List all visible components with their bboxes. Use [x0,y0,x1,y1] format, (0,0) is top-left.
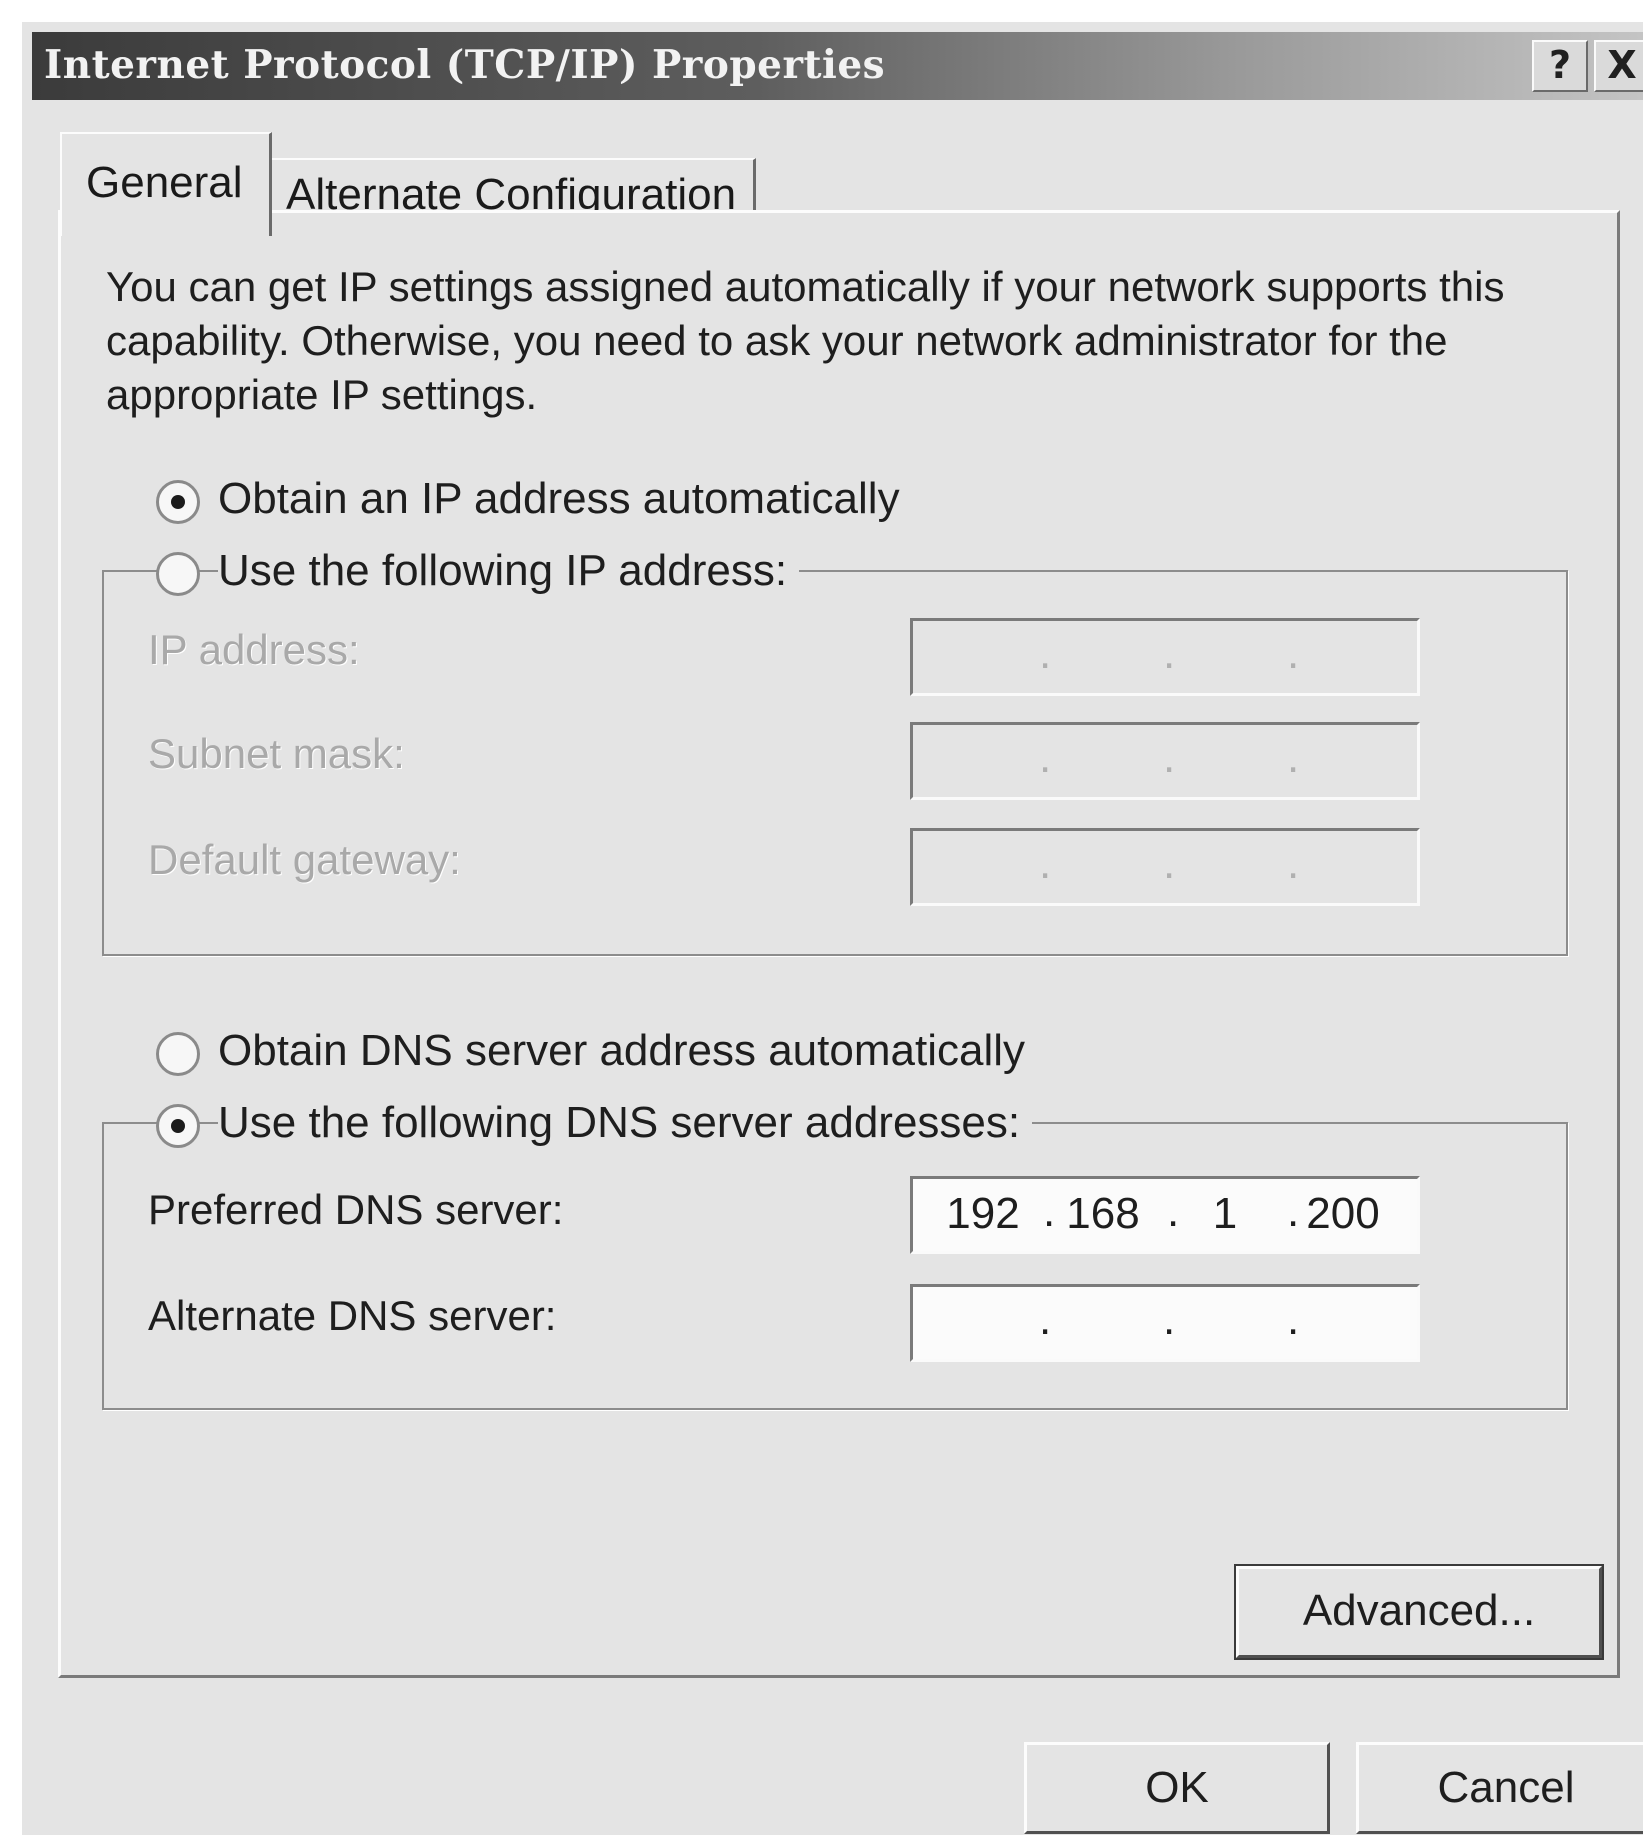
radio-selected-dot [171,495,185,509]
manual-dns-group [102,1122,1568,1410]
ip-address-field[interactable]: . . . [910,618,1420,696]
subnet-mask-field[interactable]: . . . [910,722,1420,800]
octet-separator: . [1163,629,1176,678]
default-gateway-field[interactable]: . . . [910,828,1420,906]
alternate-dns-field[interactable]: . . . [910,1284,1420,1362]
advanced-button[interactable]: Advanced... [1234,1564,1604,1660]
octet-separator: . [1039,733,1052,782]
description-text: You can get IP settings assigned automat… [106,263,1505,418]
window-title: Internet Protocol (TCP/IP) Properties [44,42,886,88]
octet-separator: . [1039,1295,1052,1344]
default-gateway-label: Default gateway: [148,836,461,883]
dns-octet-4: 200 [1306,1189,1380,1238]
ok-button[interactable]: OK [1024,1742,1330,1834]
radio-selected-dot [171,1119,185,1133]
dns-octet-2: 168 [1066,1189,1140,1238]
use-following-ip-label: Use the following IP address: [218,546,800,596]
title-bar[interactable]: Internet Protocol (TCP/IP) Properties ? … [32,32,1643,100]
tcpip-properties-dialog: Internet Protocol (TCP/IP) Properties ? … [22,22,1643,1835]
radio-icon[interactable] [156,552,200,596]
radio-icon[interactable] [156,1032,200,1076]
octet-separator: . [1039,629,1052,678]
cancel-button[interactable]: Cancel [1356,1742,1643,1834]
subnet-mask-label: Subnet mask: [148,730,405,777]
radio-icon[interactable] [156,480,200,524]
help-button[interactable]: ? [1532,40,1588,92]
octet-separator: . [1287,1295,1300,1344]
close-button[interactable]: X [1594,40,1643,92]
preferred-dns-field[interactable]: 192 . 168 . 1 . 200 [910,1176,1420,1254]
octet-separator: . [1039,839,1052,888]
octet-separator: . [1287,733,1300,782]
alternate-dns-label: Alternate DNS server: [148,1292,557,1339]
close-icon: X [1607,43,1637,87]
octet-separator: . [1163,733,1176,782]
ip-address-label: IP address: [148,626,360,673]
obtain-dns-auto-label: Obtain DNS server address automatically [218,1026,1037,1076]
use-following-dns-label: Use the following DNS server addresses: [218,1098,1033,1148]
tab-general[interactable]: General [60,132,272,236]
help-icon: ? [1548,43,1572,87]
dns-octet-1: 192 [946,1189,1020,1238]
obtain-ip-auto-label: Obtain an IP address automatically [218,474,912,524]
dns-octet-3: 1 [1212,1189,1238,1238]
radio-icon[interactable] [156,1104,200,1148]
preferred-dns-label: Preferred DNS server: [148,1186,564,1233]
octet-separator: . [1287,629,1300,678]
octet-separator: . [1163,1295,1176,1344]
octet-separator: . [1163,839,1176,888]
octet-separator: . [1287,839,1300,888]
